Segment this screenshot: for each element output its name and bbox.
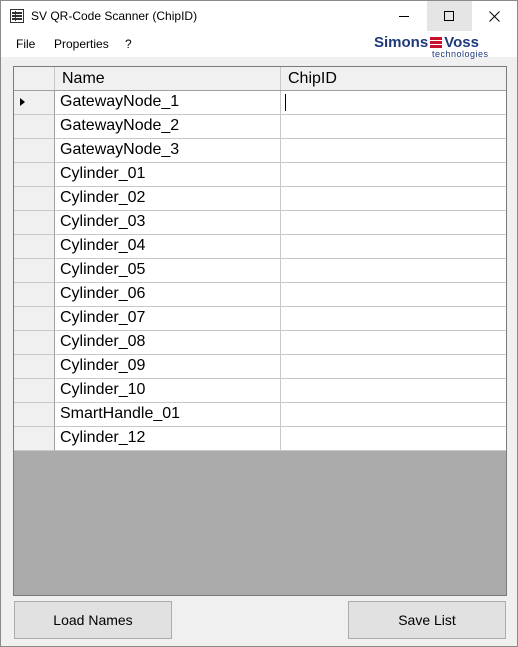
menu-properties[interactable]: Properties	[54, 37, 109, 51]
table-row[interactable]: Cylinder_02	[14, 187, 506, 211]
name-cell[interactable]: Cylinder_03	[55, 211, 281, 235]
close-button[interactable]	[472, 1, 517, 31]
table-row[interactable]: Cylinder_10	[14, 379, 506, 403]
chipid-cell[interactable]	[281, 115, 506, 139]
minimize-icon	[399, 16, 409, 17]
row-selector[interactable]	[14, 307, 55, 331]
name-cell[interactable]: Cylinder_10	[55, 379, 281, 403]
row-selector[interactable]	[14, 235, 55, 259]
simonsvoss-logo: Simons Voss technologies	[374, 34, 506, 59]
maximize-icon	[444, 11, 454, 21]
grid-header: Name ChipID	[14, 67, 506, 91]
table-row[interactable]: Cylinder_09	[14, 355, 506, 379]
name-cell[interactable]: Cylinder_04	[55, 235, 281, 259]
column-header-name[interactable]: Name	[55, 67, 281, 90]
grid-body: GatewayNode_1 GatewayNode_2 GatewayNode_3 C…	[14, 91, 506, 451]
table-row[interactable]: Cylinder_03	[14, 211, 506, 235]
chipid-cell[interactable]	[281, 211, 506, 235]
row-selector[interactable]	[14, 91, 55, 115]
row-header-corner[interactable]	[14, 67, 55, 90]
name-cell[interactable]: GatewayNode_2	[55, 115, 281, 139]
app-grid-icon[interactable]	[10, 9, 24, 23]
row-selector[interactable]	[14, 259, 55, 283]
row-selector[interactable]	[14, 427, 55, 451]
name-cell[interactable]: Cylinder_08	[55, 331, 281, 355]
table-row[interactable]: Cylinder_12	[14, 427, 506, 451]
table-row[interactable]: GatewayNode_1	[14, 91, 506, 115]
menu-file[interactable]: File	[16, 37, 35, 51]
row-selector[interactable]	[14, 115, 55, 139]
name-cell[interactable]: Cylinder_06	[55, 283, 281, 307]
text-caret	[285, 94, 286, 111]
table-row[interactable]: Cylinder_07	[14, 307, 506, 331]
table-row[interactable]: Cylinder_05	[14, 259, 506, 283]
chipid-cell[interactable]	[281, 427, 506, 451]
chipid-cell[interactable]	[281, 355, 506, 379]
row-selector[interactable]	[14, 283, 55, 307]
current-row-arrow-icon	[20, 98, 25, 106]
chipid-cell[interactable]	[281, 403, 506, 427]
logo-mark-icon	[430, 36, 443, 48]
chipid-cell[interactable]	[281, 91, 506, 115]
name-cell[interactable]: GatewayNode_1	[55, 91, 281, 115]
row-selector[interactable]	[14, 331, 55, 355]
menu-help[interactable]: ?	[125, 37, 132, 51]
name-cell[interactable]: Cylinder_05	[55, 259, 281, 283]
row-selector[interactable]	[14, 163, 55, 187]
row-selector[interactable]	[14, 403, 55, 427]
name-cell[interactable]: SmartHandle_01	[55, 403, 281, 427]
table-row[interactable]: GatewayNode_2	[14, 115, 506, 139]
row-selector[interactable]	[14, 355, 55, 379]
chipid-cell[interactable]	[281, 139, 506, 163]
logo-tagline: technologies	[432, 49, 489, 59]
chipid-cell[interactable]	[281, 283, 506, 307]
maximize-button[interactable]	[427, 1, 472, 31]
close-icon	[489, 11, 500, 22]
name-cell[interactable]: Cylinder_12	[55, 427, 281, 451]
load-names-button[interactable]: Load Names	[14, 601, 172, 639]
table-row[interactable]: SmartHandle_01	[14, 403, 506, 427]
table-row[interactable]: Cylinder_01	[14, 163, 506, 187]
row-selector[interactable]	[14, 187, 55, 211]
name-cell[interactable]: Cylinder_09	[55, 355, 281, 379]
table-row[interactable]: Cylinder_06	[14, 283, 506, 307]
window-title: SV QR-Code Scanner (ChipID)	[31, 9, 198, 23]
row-selector[interactable]	[14, 379, 55, 403]
table-row[interactable]: Cylinder_04	[14, 235, 506, 259]
name-cell[interactable]: Cylinder_07	[55, 307, 281, 331]
table-row[interactable]: GatewayNode_3	[14, 139, 506, 163]
chipid-cell[interactable]	[281, 259, 506, 283]
title-bar[interactable]: SV QR-Code Scanner (ChipID)	[1, 1, 517, 31]
table-row[interactable]: Cylinder_08	[14, 331, 506, 355]
chipid-cell[interactable]	[281, 235, 506, 259]
chipid-cell[interactable]	[281, 379, 506, 403]
row-selector[interactable]	[14, 139, 55, 163]
column-header-chipid[interactable]: ChipID	[281, 67, 506, 90]
app-window: SV QR-Code Scanner (ChipID) File Propert…	[0, 0, 518, 647]
save-list-button[interactable]: Save List	[348, 601, 506, 639]
name-cell[interactable]: Cylinder_01	[55, 163, 281, 187]
minimize-button[interactable]	[382, 1, 427, 31]
chipid-cell[interactable]	[281, 331, 506, 355]
name-cell[interactable]: Cylinder_02	[55, 187, 281, 211]
chipid-cell[interactable]	[281, 163, 506, 187]
chipid-cell[interactable]	[281, 187, 506, 211]
device-grid[interactable]: Name ChipID GatewayNode_1 GatewayNode_2 Ga…	[13, 66, 507, 596]
name-cell[interactable]: GatewayNode_3	[55, 139, 281, 163]
chipid-cell[interactable]	[281, 307, 506, 331]
row-selector[interactable]	[14, 211, 55, 235]
